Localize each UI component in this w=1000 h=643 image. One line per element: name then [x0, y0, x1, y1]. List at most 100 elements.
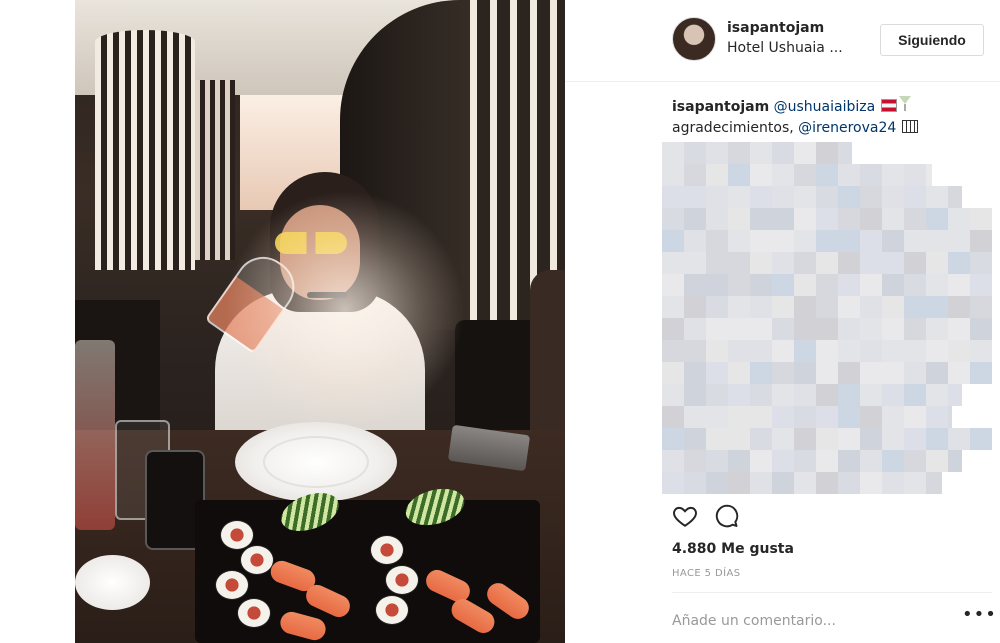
pixel-block	[970, 318, 992, 340]
pixel-block	[662, 472, 684, 494]
pixel-block	[882, 318, 904, 340]
pixel-block	[838, 406, 860, 428]
pixel-block	[970, 208, 992, 230]
pixel-block	[706, 362, 728, 384]
post-timestamp[interactable]: HACE 5 DÍAS	[672, 568, 740, 579]
pixel-block	[794, 296, 816, 318]
pixel-block	[706, 296, 728, 318]
pixel-block	[926, 340, 948, 362]
pixel-block	[662, 252, 684, 274]
pixel-block	[794, 472, 816, 494]
pixel-block	[706, 428, 728, 450]
pixel-block	[948, 296, 970, 318]
pixel-block	[772, 428, 794, 450]
post-photo[interactable]	[75, 0, 565, 643]
pixel-block	[816, 450, 838, 472]
pixel-block	[816, 296, 838, 318]
pixel-block	[706, 274, 728, 296]
mention-link[interactable]: @ushuaiaibiza	[774, 99, 876, 115]
pixel-block	[882, 230, 904, 252]
pixel-block	[662, 186, 684, 208]
pixel-block	[728, 252, 750, 274]
comment-bubble-icon[interactable]	[714, 503, 740, 529]
like-count[interactable]: 4.880 Me gusta	[672, 541, 794, 557]
more-options-button[interactable]: •••	[962, 606, 996, 628]
pixel-block	[838, 208, 860, 230]
pixel-block	[882, 274, 904, 296]
pixel-block	[904, 406, 926, 428]
pixelated-row	[662, 142, 852, 164]
comment-input[interactable]	[672, 610, 932, 632]
pixel-block	[904, 340, 926, 362]
pixel-block	[794, 208, 816, 230]
pixel-block	[706, 186, 728, 208]
pixel-block	[838, 428, 860, 450]
pixel-block	[970, 274, 992, 296]
pixel-block	[750, 208, 772, 230]
pixelated-row	[662, 274, 992, 296]
photo-sushi-roll	[370, 535, 404, 565]
mention-link[interactable]: @irenerova24	[798, 120, 896, 136]
location-link[interactable]: Hotel Ushuaia ...	[727, 40, 843, 56]
pixel-block	[750, 186, 772, 208]
pixel-block	[838, 450, 860, 472]
pixel-block	[948, 428, 970, 450]
pixel-block	[750, 252, 772, 274]
pixel-block	[684, 472, 706, 494]
pixel-block	[882, 208, 904, 230]
photo-jug	[75, 340, 115, 530]
pixel-block	[860, 406, 882, 428]
pixel-block	[882, 340, 904, 362]
pixel-block	[838, 340, 860, 362]
pixel-block	[882, 450, 904, 472]
photo-plate-rim	[263, 436, 369, 488]
pixel-block	[816, 208, 838, 230]
pixel-block	[772, 186, 794, 208]
pixelated-row	[662, 296, 992, 318]
pixel-block	[728, 362, 750, 384]
pixel-block	[904, 186, 926, 208]
pixel-block	[926, 208, 948, 230]
pixel-block	[838, 164, 860, 186]
pixel-block	[904, 164, 926, 186]
photo-pillar	[95, 30, 195, 270]
caption-author-link[interactable]: isapantojam	[672, 99, 769, 115]
following-button[interactable]: Siguiendo	[880, 24, 984, 56]
pixel-block	[860, 384, 882, 406]
pixel-block	[684, 384, 706, 406]
pixel-block	[684, 208, 706, 230]
heart-outline-icon[interactable]	[672, 503, 698, 529]
pixel-block	[728, 318, 750, 340]
pixel-block	[662, 274, 684, 296]
pixel-block	[838, 274, 860, 296]
pixel-block	[860, 318, 882, 340]
username-link[interactable]: isapantojam	[727, 20, 824, 36]
pixel-block	[816, 186, 838, 208]
pixel-block	[904, 296, 926, 318]
pixelated-row	[662, 340, 992, 362]
pixel-block	[948, 274, 970, 296]
pixel-block	[882, 164, 904, 186]
photo-bowl	[75, 555, 150, 610]
pixel-block	[926, 318, 948, 340]
pixelated-row	[662, 252, 992, 274]
pixelated-row	[662, 164, 932, 186]
pixel-block	[882, 296, 904, 318]
pixel-block	[838, 186, 860, 208]
avatar[interactable]	[672, 17, 716, 61]
pixelated-row	[662, 472, 942, 494]
pixel-block	[926, 406, 948, 428]
photo-sushi-roll	[237, 598, 271, 628]
pixel-block	[750, 296, 772, 318]
pixel-block	[970, 230, 992, 252]
pixel-block	[706, 318, 728, 340]
pixel-block	[662, 428, 684, 450]
pixel-block	[794, 340, 816, 362]
pixel-block	[706, 164, 728, 186]
pixel-block	[684, 296, 706, 318]
pixel-block	[926, 252, 948, 274]
pixel-block	[794, 450, 816, 472]
pixel-block	[860, 252, 882, 274]
post-header: isapantojam Hotel Ushuaia ... Siguiendo	[565, 0, 1000, 82]
pixel-block	[728, 384, 750, 406]
